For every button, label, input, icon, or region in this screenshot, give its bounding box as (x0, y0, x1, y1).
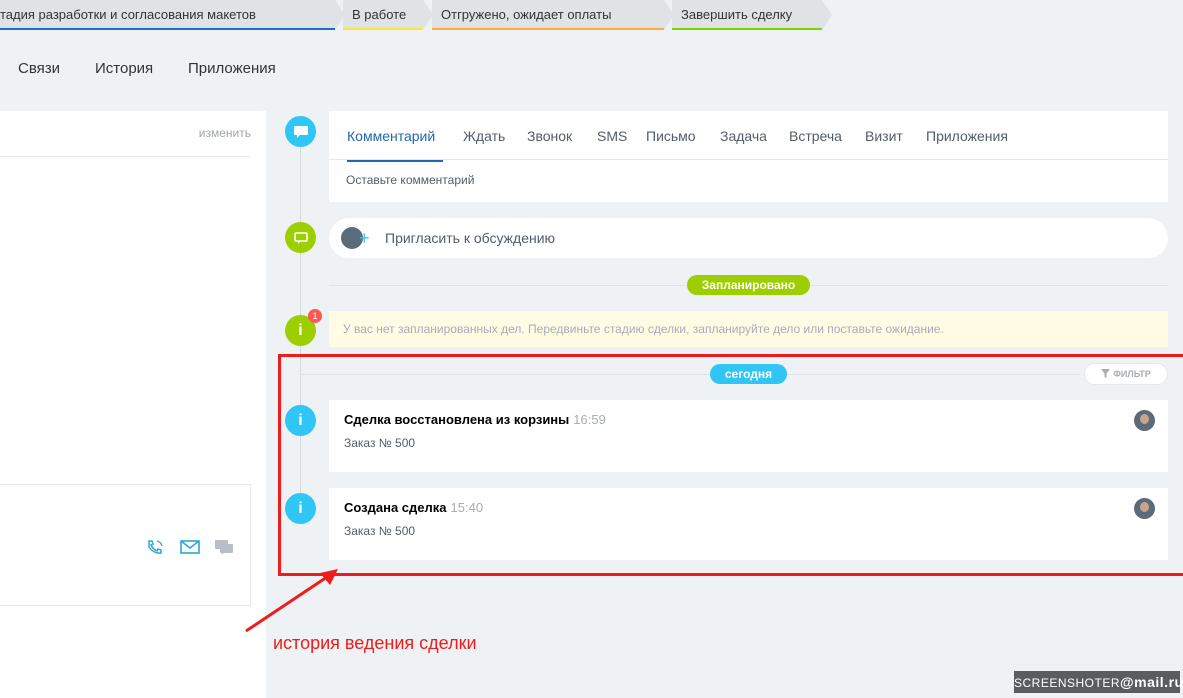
no-tasks-warning: У вас нет запланированных дел. Передвинь… (329, 311, 1168, 347)
warning-text: У вас нет запланированных дел. Передвинь… (343, 322, 944, 336)
watermark: SCREENSHOTER@mail.ru (1014, 671, 1183, 693)
stage-label: Завершить сделку (681, 7, 793, 22)
planned-pill: Запланировано (687, 275, 810, 295)
stage-design-approval[interactable]: тадия разработки и согласования макетов (0, 0, 345, 30)
tab-wait[interactable]: Ждать (463, 128, 505, 144)
mail-icon[interactable] (180, 539, 200, 555)
annotation-arrow (245, 569, 338, 633)
annotation-text: история ведения сделки (273, 633, 477, 653)
contact-card (0, 484, 251, 606)
comment-icon (285, 116, 316, 147)
active-tab-indicator (347, 160, 443, 162)
deal-info-panel: изменить (0, 111, 266, 698)
edit-link[interactable]: изменить (199, 126, 251, 140)
info-icon: i 1 (285, 309, 322, 346)
divider (329, 159, 1168, 160)
activity-editor: Комментарий Ждать Звонок SMS Письмо Зада… (329, 111, 1168, 202)
stage-bar: тадия разработки и согласования макетов … (0, 0, 1183, 30)
tab-meeting[interactable]: Встреча (789, 128, 842, 144)
notification-badge: 1 (308, 309, 322, 323)
contact-actions (146, 539, 233, 555)
divider (0, 156, 251, 157)
phone-icon[interactable] (146, 539, 164, 555)
stage-label: тадия разработки и согласования макетов (0, 7, 256, 22)
stage-in-progress[interactable]: В работе (343, 0, 433, 30)
tab-email[interactable]: Письмо (646, 128, 696, 144)
message-icon[interactable] (214, 539, 233, 555)
invite-label: Пригласить к обсуждению (385, 230, 556, 246)
tab-apps[interactable]: Приложения (188, 60, 276, 77)
stage-label: Отгружено, ожидает оплаты (441, 7, 612, 22)
plus-icon: + (359, 228, 370, 248)
tab-links[interactable]: Связи (18, 60, 60, 77)
invite-bar[interactable]: + Пригласить к обсуждению (329, 218, 1168, 258)
annotation-highlight (278, 354, 1183, 576)
tab-task[interactable]: Задача (720, 128, 767, 144)
chat-icon (285, 222, 316, 253)
tab-apps[interactable]: Приложения (926, 128, 1008, 144)
comment-input[interactable]: Оставьте комментарий (346, 173, 474, 187)
tab-visit[interactable]: Визит (865, 128, 903, 144)
stage-label: В работе (352, 7, 407, 22)
stage-complete-deal[interactable]: Завершить сделку (672, 0, 832, 30)
tab-call[interactable]: Звонок (527, 128, 572, 144)
tab-history[interactable]: История (95, 60, 153, 77)
tab-comment[interactable]: Комментарий (347, 128, 435, 144)
tab-sms[interactable]: SMS (597, 128, 627, 144)
stage-shipped[interactable]: Отгружено, ожидает оплаты (432, 0, 674, 30)
